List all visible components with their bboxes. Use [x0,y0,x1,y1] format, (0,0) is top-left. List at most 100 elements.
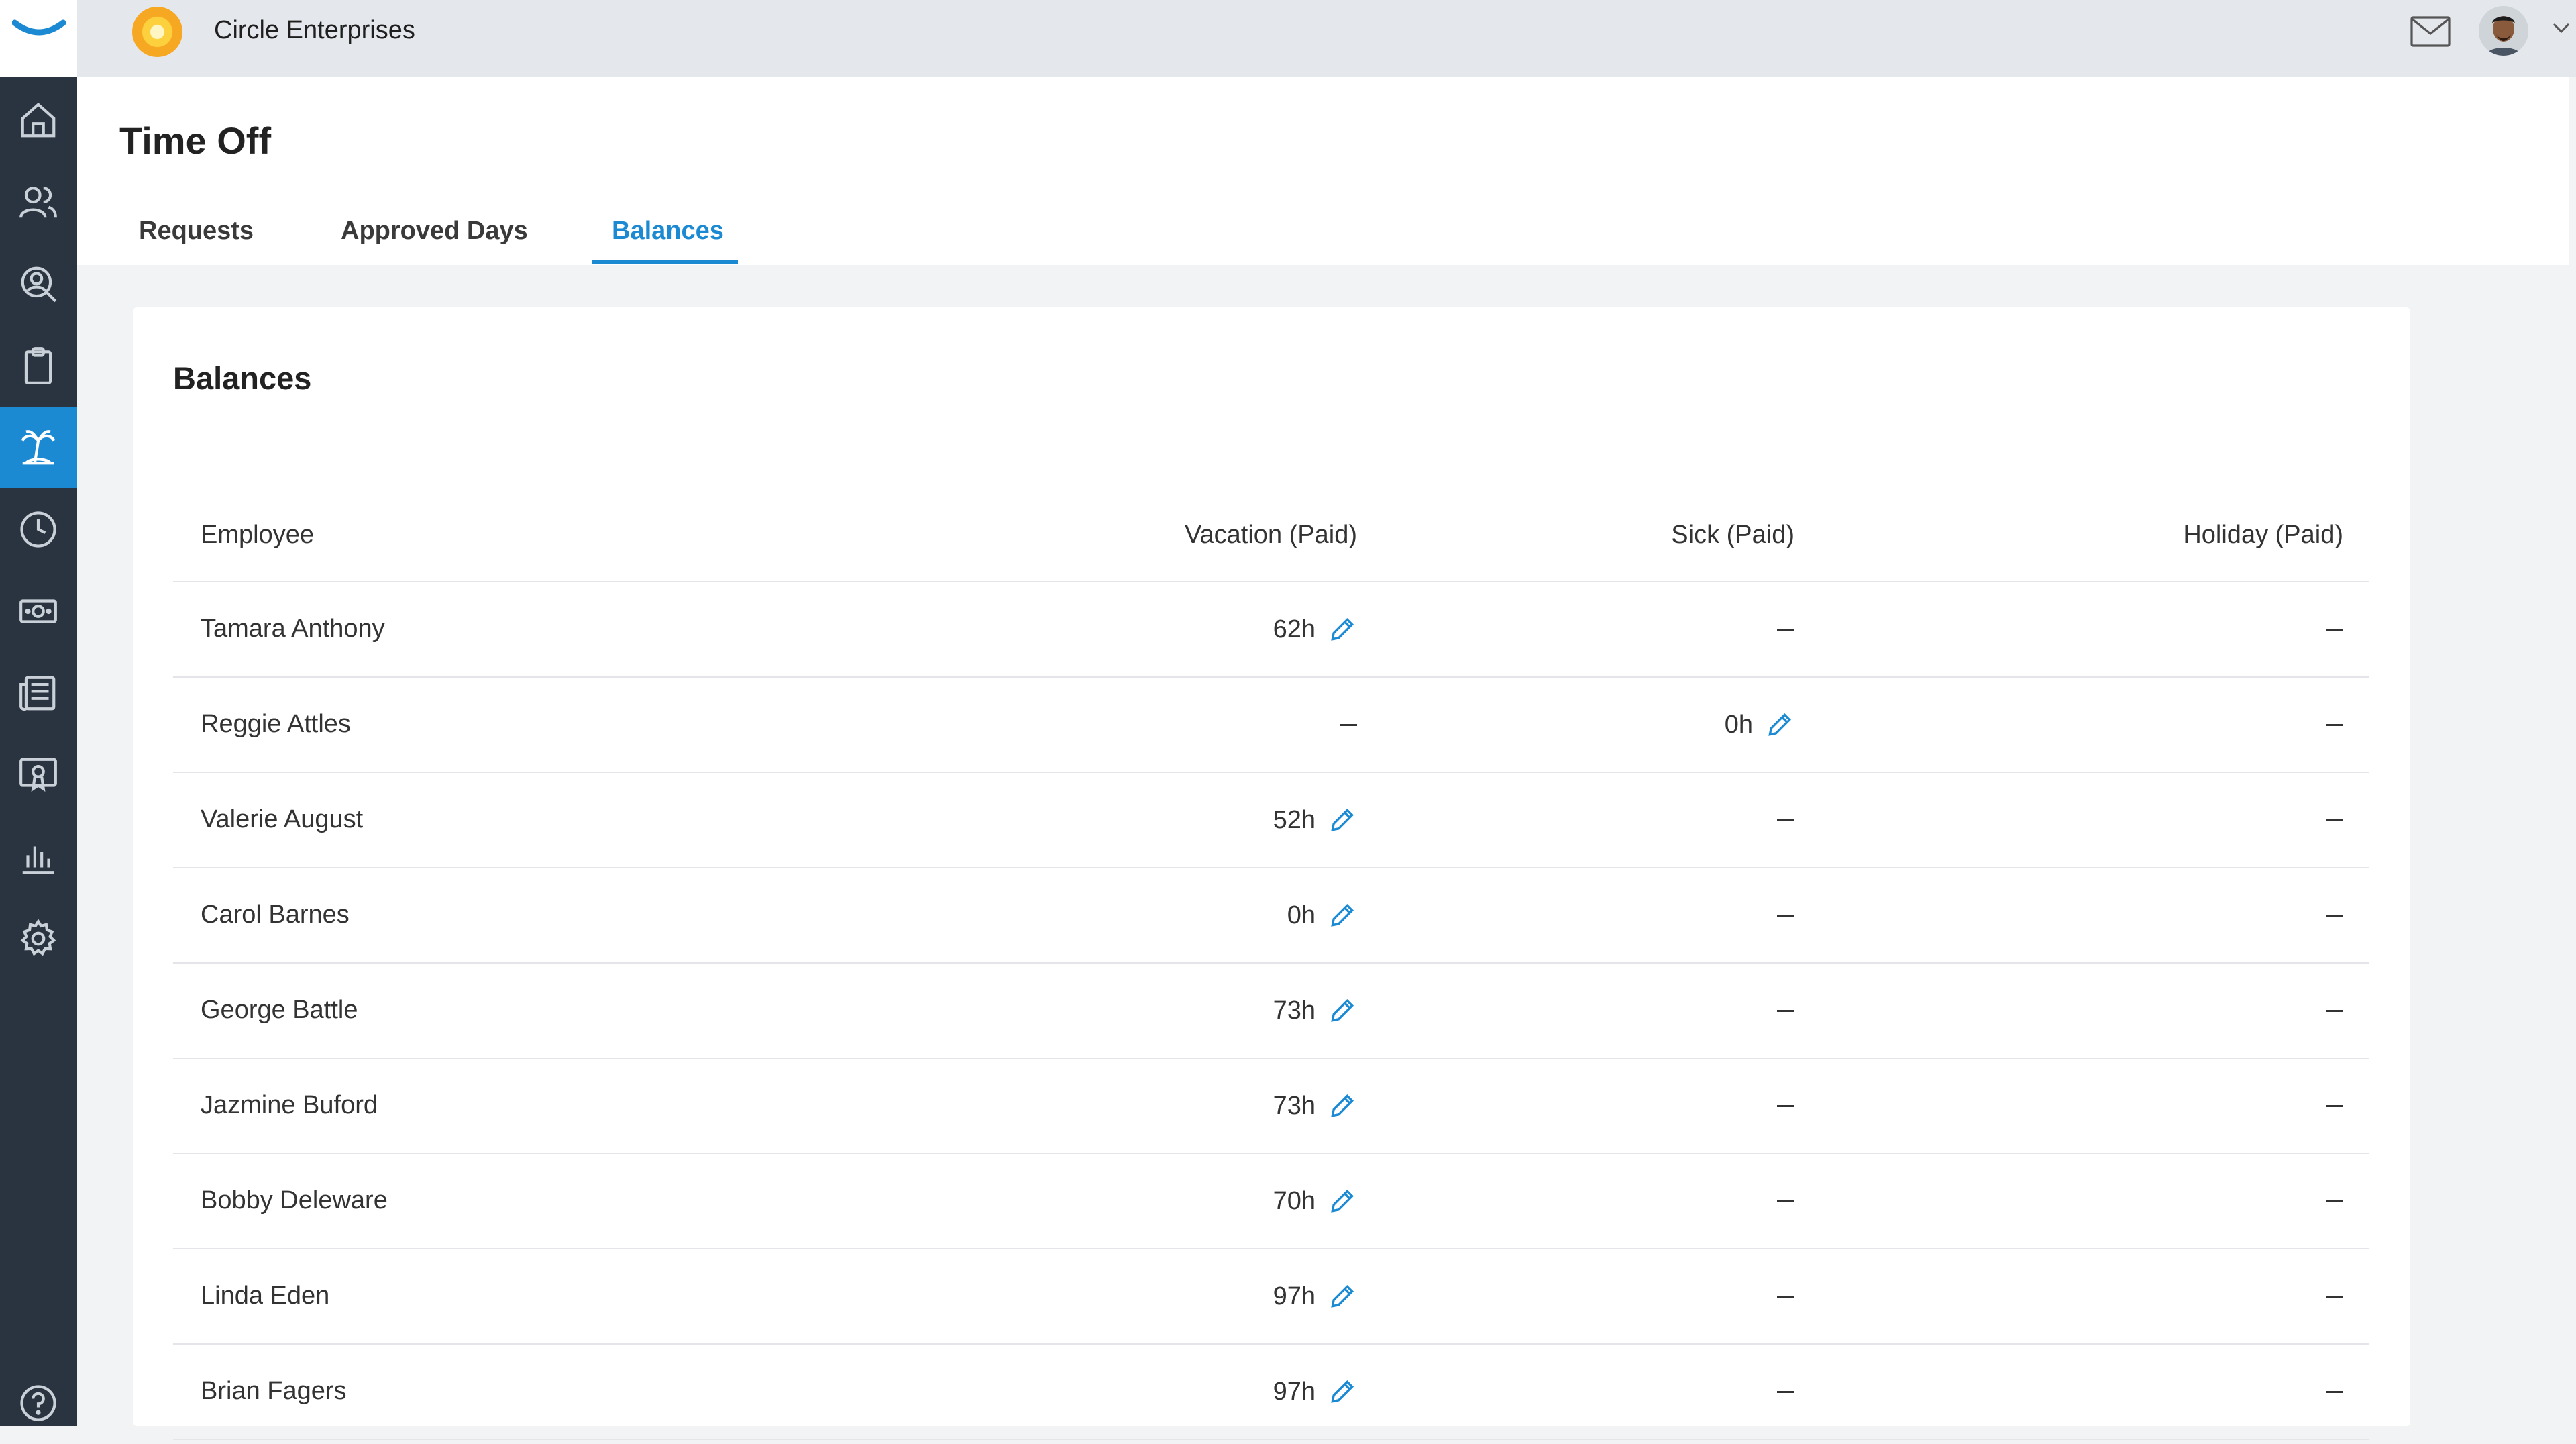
cell-vacation: 73h [1273,1091,1357,1121]
cell-holiday [2326,710,2343,739]
edit-pencil-icon[interactable] [1328,1282,1357,1311]
empty-dash [2326,1200,2343,1203]
table-row: Tamara Anthony 62h [173,582,2369,678]
people-icon [19,187,57,218]
sidebar [0,0,77,1426]
empty-dash [2326,1105,2343,1108]
vacation-value-group: 52h [1273,805,1357,835]
empty-dash [1777,819,1794,822]
empty-dash [1777,1296,1794,1298]
employee-name[interactable]: Brian Fagers [201,1377,347,1406]
table-body: Tamara Anthony 62h Reggie Attles 0h Valerie … [173,582,2369,1440]
empty-dash [2326,915,2343,917]
chevron-down-icon[interactable] [2551,21,2571,35]
card-title: Balances [173,360,312,396]
sidebar-item-help[interactable] [0,1362,77,1444]
edit-pencil-icon[interactable] [1328,900,1357,930]
column-header-vacation[interactable]: Vacation (Paid) [1185,521,1357,550]
employee-name[interactable]: Reggie Attles [201,710,351,739]
money-icon [19,599,57,623]
sidebar-item-person-search[interactable] [0,243,77,325]
cell-vacation [1340,710,1357,739]
vacation-hours: 97h [1273,1282,1316,1310]
active-tab-indicator [592,260,738,264]
certificate-icon [19,758,57,792]
sidebar-item-news[interactable] [0,652,77,734]
news-icon [19,676,56,711]
sick-hours: 0h [1724,710,1753,739]
bar-chart-icon [22,846,54,874]
employee-name[interactable]: Valerie August [201,805,363,834]
edit-pencil-icon[interactable] [1328,805,1357,835]
vacation-value-group: 70h [1273,1186,1357,1216]
home-icon [21,102,56,138]
table-row: Bobby Deleware 70h [173,1154,2369,1249]
empty-dash [2326,1010,2343,1013]
edit-pencil-icon[interactable] [1328,615,1357,644]
column-header-employee[interactable]: Employee [201,521,314,550]
edit-pencil-icon[interactable] [1765,710,1794,739]
column-header-holiday[interactable]: Holiday (Paid) [2183,521,2343,550]
edit-pencil-icon[interactable] [1328,996,1357,1025]
sidebar-item-home[interactable] [0,79,77,161]
sidebar-item-payroll[interactable] [0,570,77,652]
vacation-value-group: 73h [1273,996,1357,1025]
tab-requests[interactable]: Requests [139,217,254,246]
table-row: Carol Barnes 0h [173,868,2369,964]
cell-vacation: 97h [1273,1282,1357,1311]
sidebar-item-certificate[interactable] [0,734,77,816]
cell-holiday [2326,1091,2343,1120]
cell-sick: 0h [1725,710,1794,739]
person-search-icon [21,266,57,303]
vacation-value-group: 97h [1273,1377,1357,1406]
vacation-value-group: 0h [1287,900,1357,930]
employee-name[interactable]: Linda Eden [201,1282,329,1310]
balances-card: Balances Employee Vacation (Paid) Sick (… [133,307,2410,1440]
empty-dash [2326,819,2343,822]
sidebar-item-clipboard[interactable] [0,325,77,407]
cell-holiday [2326,1377,2343,1406]
tab-balances[interactable]: Balances [612,217,724,246]
vacation-hours: 0h [1287,900,1316,929]
cell-holiday [2326,996,2343,1025]
sidebar-item-people[interactable] [0,161,77,243]
user-avatar[interactable] [2479,6,2528,56]
gear-icon [20,919,56,956]
cell-sick [1777,805,1794,834]
employee-name[interactable]: Jazmine Buford [201,1091,378,1120]
vacation-hours: 70h [1273,1186,1316,1215]
cell-vacation: 73h [1273,996,1357,1025]
table-row: George Battle 73h [173,964,2369,1059]
cell-vacation: 97h [1273,1377,1357,1406]
sidebar-item-settings[interactable] [0,898,77,980]
cell-holiday [2326,900,2343,929]
cell-vacation: 0h [1287,900,1357,930]
mail-icon[interactable] [2410,16,2451,47]
page-header: Time Off Requests Approved Days Balances [77,77,2569,265]
clipboard-icon [24,347,52,384]
sidebar-item-clock[interactable] [0,488,77,570]
table-row: Jazmine Buford 73h [173,1059,2369,1154]
app-logo[interactable] [0,0,77,77]
empty-dash [1777,915,1794,917]
empty-dash [1777,1105,1794,1108]
empty-dash [2326,1391,2343,1394]
sidebar-item-time-off[interactable] [0,407,77,488]
help-icon [20,1385,56,1421]
employee-name[interactable]: Carol Barnes [201,900,350,929]
employee-name[interactable]: Bobby Deleware [201,1186,388,1215]
table-row: Valerie August 52h [173,773,2369,868]
edit-pencil-icon[interactable] [1328,1377,1357,1406]
company-name: Circle Enterprises [214,16,415,44]
sidebar-item-reports[interactable] [0,816,77,898]
table-header-row: Employee Vacation (Paid) Sick (Paid) Hol… [173,509,2369,582]
employee-name[interactable]: George Battle [201,996,358,1025]
column-header-sick[interactable]: Sick (Paid) [1671,521,1794,550]
cell-holiday [2326,1282,2343,1310]
employee-name[interactable]: Tamara Anthony [201,615,385,643]
cell-holiday [2326,615,2343,643]
cell-vacation: 52h [1273,805,1357,835]
edit-pencil-icon[interactable] [1328,1186,1357,1216]
edit-pencil-icon[interactable] [1328,1091,1357,1121]
tab-approved-days[interactable]: Approved Days [341,217,528,246]
